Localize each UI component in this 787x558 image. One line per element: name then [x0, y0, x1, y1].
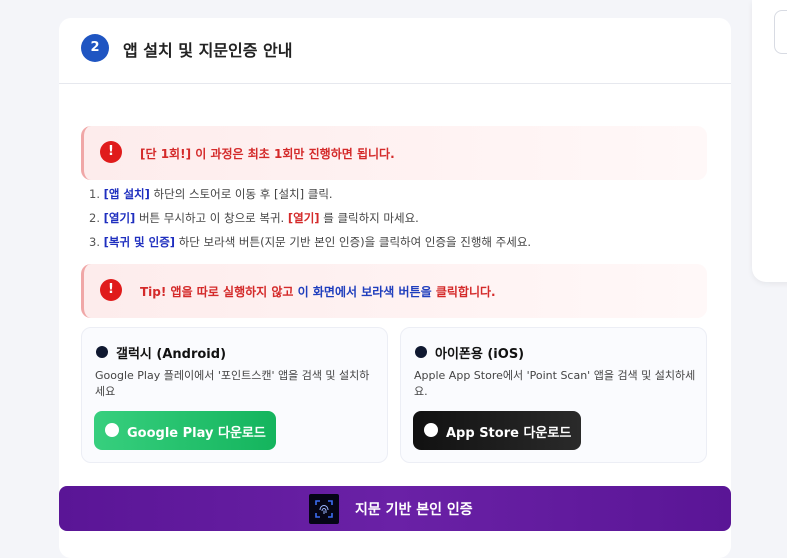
android-title: 갤럭시 (Android) — [116, 347, 227, 362]
ios-title: 아이폰용 (iOS) — [435, 347, 525, 362]
alert-tip: ! Tip! 앱을 따로 실행하지 않고 이 화면에서 보라색 버튼을 클릭합니… — [81, 264, 707, 318]
step-keyword-warning: [열기] — [287, 211, 320, 225]
android-download-card: 갤럭시 (Android) Google Play 플레이에서 '포인트스캔' … — [81, 327, 388, 463]
alert-once-text: [단 1회!] 이 과정은 최초 1회만 진행하면 됩니다. — [140, 147, 395, 161]
exclamation-icon: ! — [100, 279, 122, 301]
step-keyword: [복귀 및 인증] — [103, 235, 176, 249]
google-play-download-button[interactable]: Google Play 다운로드 — [94, 411, 276, 450]
ios-description: Apple App Store에서 'Point Scan' 앱을 검색 및 설… — [414, 369, 696, 398]
step-number: 1. — [89, 187, 100, 201]
step-text: 하단의 스토어로 이동 후 [설치] 클릭. — [149, 187, 333, 201]
ios-download-card: 아이폰용 (iOS) Apple App Store에서 'Point Scan… — [400, 327, 707, 463]
install-guide-card: 2 앱 설치 및 지문인증 안내 ! [단 1회!] 이 과정은 최초 1회만 … — [59, 18, 731, 558]
circle-icon — [424, 423, 438, 437]
card-title: 앱 설치 및 지문인증 안내 — [123, 41, 293, 60]
google-play-button-label: Google Play 다운로드 — [127, 426, 266, 441]
app-store-download-button[interactable]: App Store 다운로드 — [413, 411, 581, 450]
fingerprint-auth-button[interactable]: 지문 기반 본인 인증 — [59, 486, 731, 531]
tip-suffix: 클릭합니다. — [431, 285, 496, 299]
card-header: 2 앱 설치 및 지문인증 안내 — [59, 18, 731, 84]
step-list: 1. [앱 설치] 하단의 스토어로 이동 후 [설치] 클릭. 2. [열기]… — [89, 184, 531, 256]
bullet-dot-icon — [415, 346, 427, 358]
tip-prefix: Tip! 앱을 따로 실행하지 않고 — [140, 285, 298, 299]
circle-icon — [105, 423, 119, 437]
exclamation-icon: ! — [100, 141, 122, 163]
step-item: 2. [열기] 버튼 무시하고 이 창으로 복귀. [열기] 를 클릭하지 마세… — [89, 208, 531, 232]
step-badge: 2 — [81, 34, 109, 62]
bullet-dot-icon — [96, 346, 108, 358]
tip-highlight: 이 화면에서 보라색 버튼을 — [297, 285, 432, 299]
android-description: Google Play 플레이에서 '포인트스캔' 앱을 검색 및 설치하세요 — [95, 369, 370, 398]
fingerprint-auth-label: 지문 기반 본인 인증 — [355, 502, 473, 518]
step-item: 3. [복귀 및 인증] 하단 보라색 버튼(지문 기반 본인 인증)을 클릭하… — [89, 232, 531, 256]
fingerprint-scan-icon — [309, 494, 339, 524]
side-input[interactable] — [774, 10, 787, 54]
app-store-button-label: App Store 다운로드 — [446, 426, 572, 441]
alert-once: ! [단 1회!] 이 과정은 최초 1회만 진행하면 됩니다. — [81, 126, 707, 180]
side-panel — [752, 0, 787, 282]
step-text: 버튼 무시하고 이 창으로 복귀. — [135, 211, 288, 225]
alert-tip-text: Tip! 앱을 따로 실행하지 않고 이 화면에서 보라색 버튼을 클릭합니다. — [140, 283, 496, 300]
step-number: 2. — [89, 211, 100, 225]
step-keyword: [열기] — [103, 211, 136, 225]
step-number: 3. — [89, 235, 100, 249]
step-item: 1. [앱 설치] 하단의 스토어로 이동 후 [설치] 클릭. — [89, 184, 531, 208]
step-text: 를 클릭하지 마세요. — [319, 211, 419, 225]
step-text: 하단 보라색 버튼(지문 기반 본인 인증)을 클릭하여 인증을 진행해 주세요… — [175, 235, 532, 249]
step-keyword: [앱 설치] — [103, 187, 150, 201]
